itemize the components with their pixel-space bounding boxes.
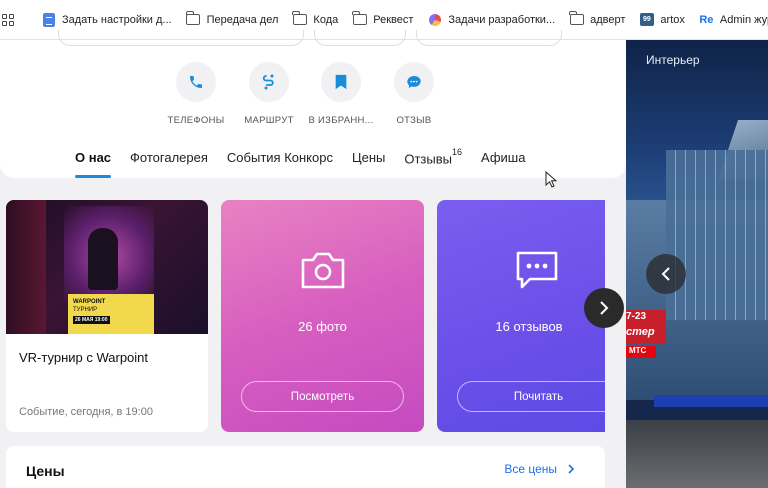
place-header-card: ТЕЛЕФОНЫ МАРШРУТ В ИЗБРАНН... ОТЗЫВ О на… <box>0 30 626 178</box>
chevron-right-icon <box>600 301 609 315</box>
prices-section: Цены Все цены <box>6 446 605 488</box>
folder-icon <box>352 11 367 27</box>
read-reviews-button[interactable]: Почитать <box>457 381 605 412</box>
artox-icon: 99 <box>639 13 654 27</box>
sign-number: 7-23 <box>626 311 647 322</box>
tab-prices[interactable]: Цены <box>352 145 385 178</box>
prices-title: Цены <box>26 463 65 479</box>
bookmark-label: Реквест <box>373 13 414 26</box>
quick-actions: ТЕЛЕФОНЫ МАРШРУТ В ИЗБРАНН... ОТЗЫВ <box>0 62 626 132</box>
bookmark-label: Кода <box>313 13 339 26</box>
tab-reviews[interactable]: Отзывы16 <box>404 145 462 178</box>
task-icon <box>427 13 442 27</box>
sign-text: стер <box>626 326 655 338</box>
tab-label: О нас <box>75 150 112 165</box>
event-card[interactable]: WARPOINT ТУРНИР 26 МАЯ 19:00 VR-турнир с… <box>6 200 208 432</box>
view-photos-button[interactable]: Посмотреть <box>241 381 404 412</box>
mouse-cursor-icon <box>545 171 557 188</box>
phones-label: ТЕЛЕФОНЫ <box>167 115 225 126</box>
poster-label: WARPOINT ТУРНИР 26 МАЯ 19:00 <box>68 294 154 334</box>
tab-about[interactable]: О нас <box>75 145 112 178</box>
route-label: МАРШРУТ <box>244 115 294 126</box>
bookmark-label: artox <box>660 13 685 26</box>
photo-card[interactable]: 26 фото Посмотреть <box>221 200 424 432</box>
tab-label: Афиша <box>481 150 526 165</box>
chip-edge <box>314 30 406 46</box>
favorites-action[interactable]: В ИЗБРАНН... <box>301 62 381 126</box>
re-icon: Re <box>699 13 714 26</box>
all-prices-label: Все цены <box>504 462 557 476</box>
phone-icon <box>176 62 216 102</box>
bookmark-label: Admin журнал <box>719 13 768 26</box>
bookmark-label: Задачи разработки... <box>448 13 556 26</box>
mts-sign: МТС <box>626 346 656 358</box>
reviews-card[interactable]: 16 отзывов Почитать <box>437 200 605 432</box>
poster-date: 26 МАЯ 19:00 <box>73 316 110 324</box>
tab-photo-gallery[interactable]: Фотогалерея <box>130 145 208 178</box>
photo-prev-button[interactable] <box>646 254 686 294</box>
event-title: VR-турнир с Warpoint <box>19 350 149 365</box>
reviews-count: 16 <box>451 147 462 157</box>
reviews-label: ОТЗЫВ <box>396 115 432 126</box>
folder-icon <box>569 11 584 27</box>
tab-label: Цены <box>351 150 386 165</box>
bookmark-label: адверт <box>590 13 626 26</box>
tab-billboard[interactable]: Афиша <box>481 145 525 178</box>
folder-icon <box>185 11 201 27</box>
chip-edge <box>416 30 562 46</box>
store-sign: 7-23 стер <box>626 310 666 344</box>
phones-action[interactable]: ТЕЛЕФОНЫ <box>156 62 236 126</box>
apps-grid-icon <box>0 13 15 27</box>
reviews-action[interactable]: ОТЗЫВ <box>374 62 454 126</box>
bookmark-item[interactable]: Re Admin журнал <box>699 0 768 39</box>
tab-events[interactable]: События Конкорс <box>227 145 333 178</box>
route-icon <box>249 62 289 102</box>
bookmark-label: Передача дел <box>206 13 279 26</box>
favorites-label: В ИЗБРАНН... <box>308 115 374 126</box>
chat-icon <box>394 62 434 102</box>
tab-label: Фотогалерея <box>130 150 208 165</box>
chevron-left-icon <box>661 267 670 281</box>
carousel-next-button[interactable] <box>584 288 624 328</box>
bookmark-label: Задать настройки д... <box>62 13 172 26</box>
chat-bubble-icon <box>516 251 558 289</box>
bookmark-icon <box>321 62 361 102</box>
place-tabs: О нас Фотогалерея События Конкорс Цены О… <box>75 145 544 178</box>
reviews-count-text: 16 отзывов <box>495 319 563 334</box>
event-subtitle: Событие, сегодня, в 19:00 <box>19 406 153 418</box>
bookmark-item[interactable]: 99 artox <box>639 0 685 39</box>
photo-caption: Интерьер <box>646 53 700 67</box>
folder-icon <box>292 11 307 27</box>
chevron-right-icon <box>568 464 575 474</box>
poster-line: ТУРНИР <box>73 307 98 313</box>
document-icon <box>41 12 56 27</box>
camera-icon <box>301 252 345 289</box>
poster-brand: WARPOINT <box>73 299 106 305</box>
event-poster: WARPOINT ТУРНИР 26 МАЯ 19:00 <box>6 200 208 334</box>
photo-count: 26 фото <box>298 319 347 334</box>
tab-label: Отзывы <box>404 151 452 167</box>
bookmark-item[interactable]: адверт <box>569 0 626 39</box>
route-action[interactable]: МАРШРУТ <box>229 62 309 126</box>
tab-label: События Конкорс <box>226 150 333 165</box>
interior-photo-panel[interactable]: 7-23 стер МТС Интерьер <box>626 40 768 488</box>
all-prices-link[interactable]: Все цены <box>504 462 577 476</box>
search-field-edge <box>58 30 304 46</box>
apps-button[interactable] <box>0 0 21 39</box>
